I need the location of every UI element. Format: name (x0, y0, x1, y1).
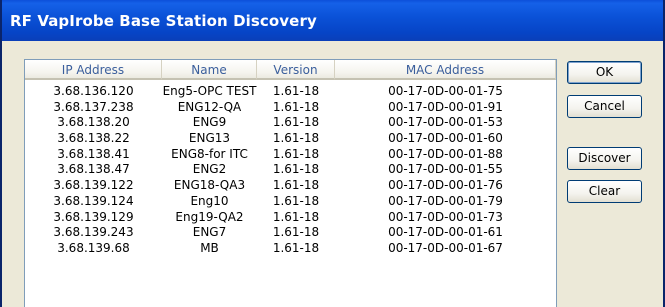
mac-address-cell: 00-17-0D-00-01-61 (388, 225, 503, 240)
mac-address-cell: 00-17-0D-00-01-67 (388, 240, 503, 255)
name-cell: ENG18-QA3 (173, 178, 246, 193)
cancel-button-label: Cancel (584, 99, 625, 113)
table-row[interactable]: 3.68.139.124 Eng10 1.61-18 00-17-0D-00-01-7… (25, 193, 556, 209)
discover-button[interactable]: Discover (567, 147, 642, 170)
table-row[interactable]: 3.68.138.20 ENG9 1.61-18 00-17-0D-00-01-53 (25, 114, 556, 130)
ip-address-cell: 3.68.138.20 (57, 115, 130, 130)
clear-button[interactable]: Clear (567, 180, 642, 203)
mac-address-cell: 00-17-0D-00-01-55 (388, 162, 503, 177)
column-header-ip-address[interactable]: IP Address (25, 60, 162, 80)
name-cell: ENG13 (188, 131, 231, 146)
version-cell: 1.61-18 (272, 146, 320, 161)
title-bar[interactable]: RF VapIrobe Base Station Discovery (2, 0, 663, 41)
table-row[interactable]: 3.68.138.47 ENG2 1.61-18 00-17-0D-00-01-55 (25, 161, 556, 177)
ip-address-cell: 3.68.138.47 (57, 162, 130, 177)
ip-address-cell: 3.68.139.243 (53, 225, 134, 240)
version-cell: 1.61-18 (272, 131, 320, 146)
ip-address-cell: 3.68.138.41 (57, 146, 130, 161)
name-cell: Eng10 (190, 193, 229, 208)
ok-button[interactable]: OK (567, 61, 642, 84)
ip-address-cell: 3.68.138.22 (57, 131, 130, 146)
column-header-mac-address[interactable]: MAC Address (335, 60, 556, 80)
ip-address-cell: 3.68.137.238 (53, 99, 134, 114)
mac-address-cell: 00-17-0D-00-01-75 (388, 84, 503, 98)
table-row[interactable]: 3.68.138.22 ENG13 1.61-18 00-17-0D-00-01-60 (25, 130, 556, 146)
list-header: IP Address Name Version MAC Address (25, 60, 556, 82)
ip-address-cell: 3.68.139.124 (53, 193, 134, 208)
name-cell: Eng5-OPC TEST (162, 84, 257, 98)
name-cell: MB (200, 240, 219, 255)
column-header-version[interactable]: Version (257, 60, 335, 80)
name-cell: ENG9 (192, 115, 227, 130)
name-cell: ENG8-for ITC (171, 146, 248, 161)
table-row[interactable]: 3.68.139.122 ENG18-QA3 1.61-18 00-17-0D-00-… (25, 177, 556, 193)
clear-button-label: Clear (588, 184, 621, 198)
mac-address-cell: 00-17-0D-00-01-91 (388, 99, 503, 114)
name-cell: ENG7 (192, 225, 227, 240)
version-cell: 1.61-18 (272, 209, 320, 224)
mac-address-cell: 00-17-0D-00-01-88 (388, 146, 503, 161)
base-station-list[interactable]: IP Address Name Version MAC Address 3.68… (24, 59, 557, 307)
mac-address-cell: 00-17-0D-00-01-76 (388, 178, 503, 193)
cancel-button[interactable]: Cancel (567, 95, 642, 118)
discover-button-label: Discover (578, 151, 631, 165)
table-row[interactable]: 3.68.139.243 ENG7 1.61-18 00-17-0D-00-01-61 (25, 224, 556, 240)
ok-button-label: OK (595, 65, 614, 79)
version-cell: 1.61-18 (272, 240, 320, 255)
mac-address-cell: 00-17-0D-00-01-73 (388, 209, 503, 224)
table-row[interactable]: 3.68.137.238 ENG12-QA 1.61-18 00-17-0D-00-0… (25, 99, 556, 115)
name-cell: ENG2 (192, 162, 227, 177)
version-cell: 1.61-18 (272, 99, 320, 114)
version-cell: 1.61-18 (272, 193, 320, 208)
version-cell: 1.61-18 (272, 84, 320, 98)
ip-address-cell: 3.68.139.68 (57, 240, 130, 255)
ip-address-cell: 3.68.139.129 (53, 209, 134, 224)
version-cell: 1.61-18 (272, 178, 320, 193)
name-cell: ENG12-QA (177, 99, 242, 114)
table-row[interactable]: 3.68.138.41 ENG8-for ITC 1.61-18 00-17-0D-0… (25, 146, 556, 162)
ip-address-cell: 3.68.139.122 (53, 178, 134, 193)
version-cell: 1.61-18 (272, 225, 320, 240)
version-cell: 1.61-18 (272, 115, 320, 130)
discovery-dialog: RF VapIrobe Base Station Discovery IP Ad… (0, 0, 665, 307)
table-row[interactable]: 3.68.139.129 Eng19-QA2 1.61-18 00-17-0D-00-… (25, 209, 556, 225)
table-body: 3.68.136.120 Eng5-OPC TEST 1.61-18 00-17-0D… (25, 83, 556, 256)
window-title: RF VapIrobe Base Station Discovery (10, 12, 317, 30)
mac-address-cell: 00-17-0D-00-01-53 (388, 115, 503, 130)
ip-address-cell: 3.68.136.120 (53, 84, 134, 98)
table-row[interactable]: 3.68.139.68 MB 1.61-18 00-17-0D-00-01-67 (25, 240, 556, 256)
mac-address-cell: 00-17-0D-00-01-79 (388, 193, 503, 208)
column-header-name[interactable]: Name (162, 60, 257, 80)
mac-address-cell: 00-17-0D-00-01-60 (388, 131, 503, 146)
version-cell: 1.61-18 (272, 162, 320, 177)
name-cell: Eng19-QA2 (175, 209, 244, 224)
table-row[interactable]: 3.68.136.120 Eng5-OPC TEST 1.61-18 00-17-0D… (25, 83, 556, 99)
